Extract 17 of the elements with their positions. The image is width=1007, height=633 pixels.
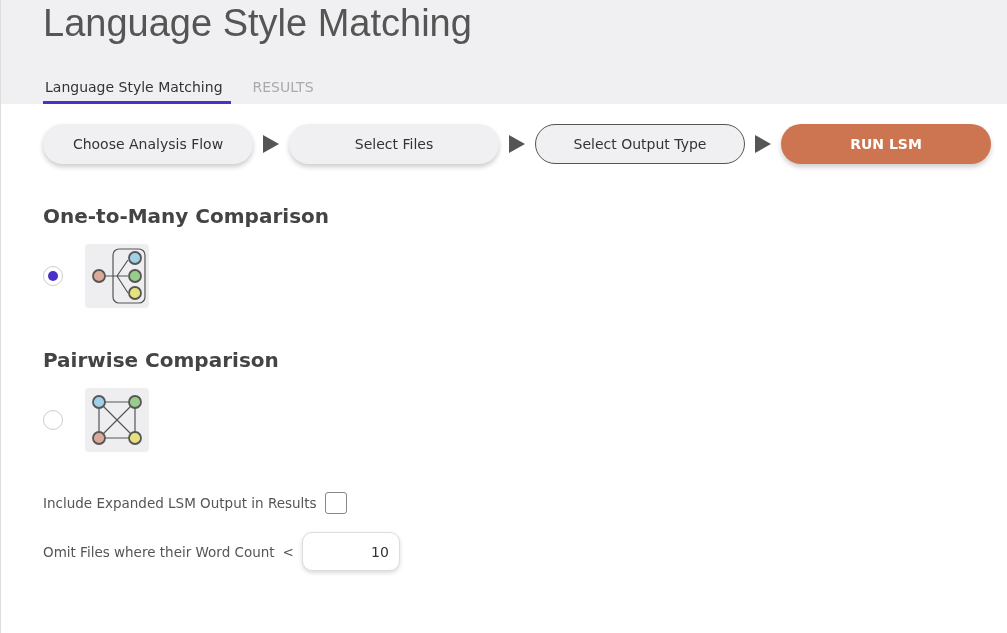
arrow-icon — [755, 135, 771, 153]
field-label: Omit Files where their Word Count — [43, 543, 275, 560]
pairwise-diagram-icon — [85, 388, 149, 452]
checkbox[interactable] — [324, 492, 347, 514]
tab[interactable]: Language Style Matching — [43, 79, 231, 104]
section-heading: Pairwise Comparison — [43, 348, 280, 372]
one-to-many-diagram-icon — [85, 244, 149, 308]
step-button[interactable]: Choose Analysis Flow — [43, 124, 253, 164]
arrow-icon — [509, 135, 525, 153]
checkbox-label: Include Expanded LSM Output in Results — [43, 495, 317, 511]
word-count-input[interactable]: 10 — [301, 532, 400, 571]
operator-text: < — [282, 543, 294, 560]
step-button[interactable]: Select Output Type — [535, 124, 745, 164]
arrow-icon — [263, 135, 279, 153]
page-title: Language Style Matching — [43, 1, 473, 45]
section-heading: One-to-Many Comparison — [43, 204, 330, 228]
step-button[interactable]: Select Files — [289, 124, 499, 164]
